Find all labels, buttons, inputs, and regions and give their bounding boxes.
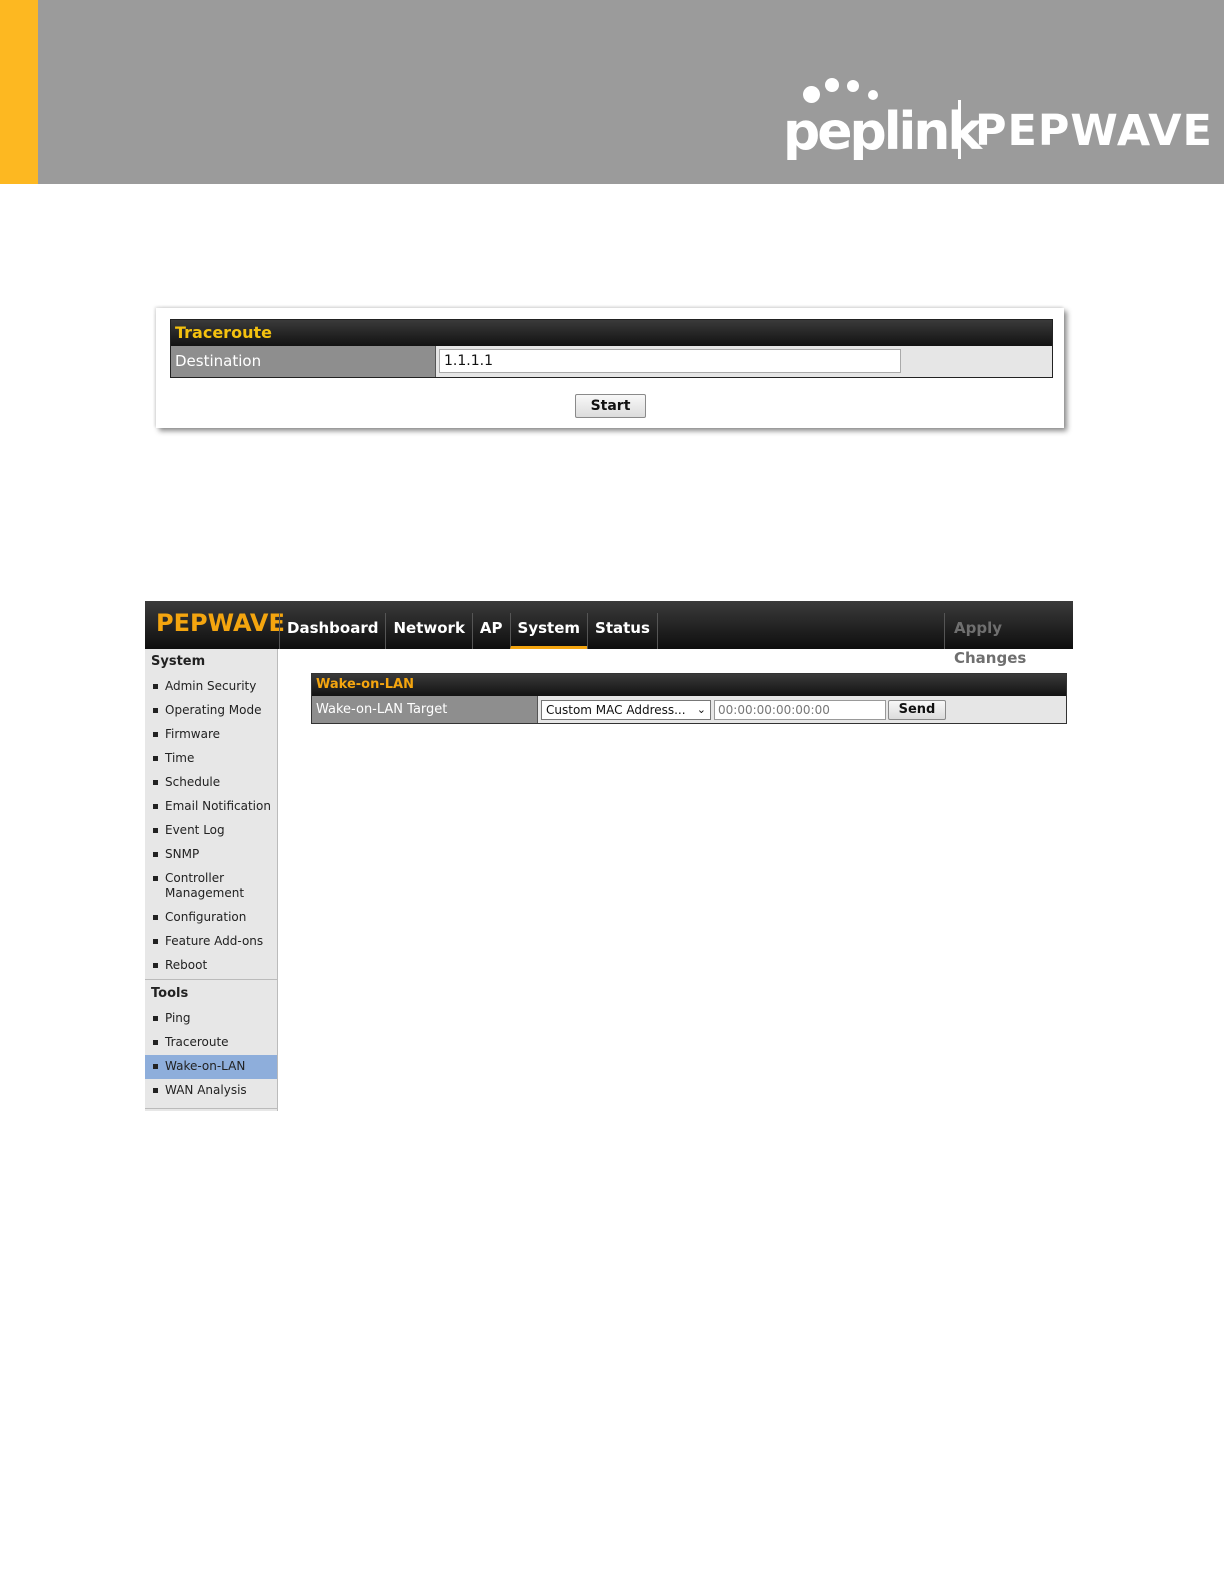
logo-divider xyxy=(958,100,961,159)
sidebar-item-label: SNMP xyxy=(165,847,200,861)
sidebar-heading-system: System xyxy=(151,654,206,669)
start-button[interactable]: Start xyxy=(575,394,646,418)
bullet-icon xyxy=(153,939,158,944)
tab-network[interactable]: Network xyxy=(385,613,471,649)
mac-address-input[interactable]: 00:00:00:00:00:00 xyxy=(714,699,886,720)
sidebar-item-configuration[interactable]: Configuration xyxy=(145,906,277,930)
sidebar-item-label: WAN Analysis xyxy=(165,1083,247,1097)
bullet-icon xyxy=(153,828,158,833)
logo-dot xyxy=(868,90,878,100)
target-type-value: Custom MAC Address... xyxy=(546,702,686,717)
wake-on-lan-screenshot: PEPWAVE Dashboard Network AP System Stat… xyxy=(145,601,1073,1111)
traceroute-table: Traceroute Destination 1.1.1.1 xyxy=(170,319,1053,378)
bullet-icon xyxy=(153,1064,158,1069)
logo-dot xyxy=(825,78,839,92)
sidebar-item-label: Reboot xyxy=(165,958,208,972)
sidebar-item-firmware[interactable]: Firmware xyxy=(145,723,277,747)
sidebar-item-event-log[interactable]: Event Log xyxy=(145,819,277,843)
wake-on-lan-target-row: Wake-on-LAN Target Custom MAC Address...… xyxy=(312,696,1066,723)
peplink-logo: peplink xyxy=(783,72,982,168)
nav-tabs: Dashboard Network AP System Status xyxy=(279,613,658,649)
sidebar-item-ping[interactable]: Ping xyxy=(145,1007,277,1031)
logo-dot xyxy=(847,80,859,92)
page-header-banner: peplink PEPWAVE xyxy=(0,0,1224,184)
sidebar-item-label: Time xyxy=(165,751,195,765)
sidebar-item-feature-add-ons[interactable]: Feature Add-ons xyxy=(145,930,277,954)
wake-on-lan-target-label: Wake-on-LAN Target xyxy=(312,696,538,723)
traceroute-panel: Traceroute Destination 1.1.1.1 Start xyxy=(156,308,1064,428)
top-navbar: PEPWAVE Dashboard Network AP System Stat… xyxy=(145,601,1073,667)
sidebar-item-time[interactable]: Time xyxy=(145,747,277,771)
sidebar-item-email-notification[interactable]: Email Notification xyxy=(145,795,277,819)
sidebar-item-controller-management[interactable]: Controller Management xyxy=(145,867,277,906)
wake-on-lan-title: Wake-on-LAN xyxy=(312,674,1066,696)
sidebar-item-label: Configuration xyxy=(165,910,247,924)
bullet-icon xyxy=(153,708,158,713)
sidebar-item-wan-analysis[interactable]: WAN Analysis xyxy=(145,1079,277,1103)
pepwave-logo-text: PEPWAVE xyxy=(975,106,1213,156)
sidebar-item-label: Traceroute xyxy=(165,1035,229,1049)
send-button[interactable]: Send xyxy=(888,699,946,720)
destination-input[interactable]: 1.1.1.1 xyxy=(439,349,901,373)
sidebar: System Admin Security Operating Mode Fir… xyxy=(145,649,278,1111)
sidebar-item-label: Email Notification xyxy=(165,799,271,813)
sidebar-item-schedule[interactable]: Schedule xyxy=(145,771,277,795)
traceroute-title: Traceroute xyxy=(171,320,1052,346)
sidebar-item-traceroute[interactable]: Traceroute xyxy=(145,1031,277,1055)
bullet-icon xyxy=(153,780,158,785)
bullet-icon xyxy=(153,852,158,857)
destination-label: Destination xyxy=(171,346,436,377)
bullet-icon xyxy=(153,1040,158,1045)
logo-dot xyxy=(803,86,820,103)
banner-accent-bar xyxy=(0,0,38,184)
wake-on-lan-table: Wake-on-LAN Wake-on-LAN Target Custom MA… xyxy=(311,673,1067,724)
sidebar-item-label: Ping xyxy=(165,1011,191,1025)
sidebar-item-operating-mode[interactable]: Operating Mode xyxy=(145,699,277,723)
sidebar-item-label: Feature Add-ons xyxy=(165,934,264,948)
apply-changes-button[interactable]: Apply Changes xyxy=(944,613,1073,667)
peplink-logo-text: peplink xyxy=(783,102,982,162)
sidebar-item-admin-security[interactable]: Admin Security xyxy=(145,675,277,699)
sidebar-item-label: Schedule xyxy=(165,775,221,789)
tab-status[interactable]: Status xyxy=(587,613,658,649)
sidebar-item-label: Wake-on-LAN xyxy=(165,1059,246,1073)
target-type-select[interactable]: Custom MAC Address... ⌄ xyxy=(541,699,711,720)
destination-row: Destination 1.1.1.1 xyxy=(171,346,1052,377)
sidebar-bottom-divider xyxy=(145,1108,278,1111)
bullet-icon xyxy=(153,804,158,809)
sidebar-item-wake-on-lan[interactable]: Wake-on-LAN xyxy=(145,1055,277,1079)
sidebar-item-label: Admin Security xyxy=(165,679,257,693)
bullet-icon xyxy=(153,732,158,737)
sidebar-heading-tools: Tools xyxy=(151,986,189,1001)
bullet-icon xyxy=(153,963,158,968)
sidebar-item-snmp[interactable]: SNMP xyxy=(145,843,277,867)
sidebar-item-label: Firmware xyxy=(165,727,220,741)
tab-dashboard[interactable]: Dashboard xyxy=(279,613,385,649)
bullet-icon xyxy=(153,1016,158,1021)
sidebar-item-reboot[interactable]: Reboot xyxy=(145,954,277,978)
bullet-icon xyxy=(153,915,158,920)
bullet-icon xyxy=(153,684,158,689)
tab-ap[interactable]: AP xyxy=(471,613,510,649)
sidebar-item-label: Controller Management xyxy=(165,871,245,900)
sidebar-item-label: Event Log xyxy=(165,823,225,837)
sidebar-item-label: Operating Mode xyxy=(165,703,262,717)
bullet-icon xyxy=(153,756,158,761)
bullet-icon xyxy=(153,876,158,881)
tab-system[interactable]: System xyxy=(509,613,588,649)
pepwave-nav-logo: PEPWAVE xyxy=(156,609,285,637)
chevron-down-icon: ⌄ xyxy=(696,702,706,716)
bullet-icon xyxy=(153,1088,158,1093)
